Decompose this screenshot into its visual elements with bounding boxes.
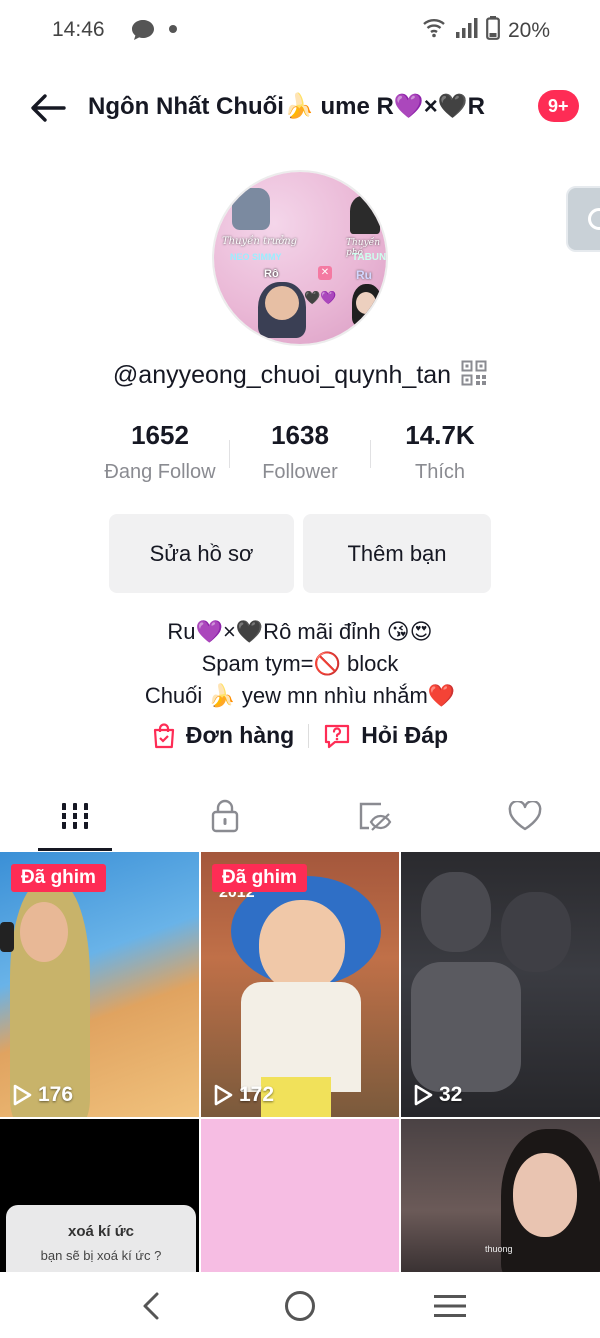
followers-label: Follower [262, 461, 338, 483]
search-icon [588, 208, 600, 230]
divider [308, 723, 310, 748]
tab-private[interactable] [150, 780, 300, 852]
profile-stats: 1652 Đang Follow 1638 Follower 14.7K Thí… [88, 420, 512, 492]
stat-followers[interactable]: 1638 Follower [230, 420, 370, 484]
edit-profile-button[interactable]: Sửa hồ sơ [109, 514, 294, 593]
avatar-figure [350, 196, 380, 234]
chevron-left-icon [143, 1292, 159, 1320]
play-icon [13, 1084, 32, 1106]
popup-title: xoá kí ức [68, 1223, 134, 1240]
battery-percentage: 20% [507, 18, 550, 42]
avatar-figure [265, 286, 299, 320]
video-grid: Đã ghim 176 2012 Đã ghim 172 32 xoá kí ứ… [0, 852, 600, 1272]
tab-hidden[interactable] [300, 780, 450, 852]
video-caption: thuong [485, 1244, 513, 1254]
lock-icon [211, 799, 239, 833]
orders-label: Đơn hàng [185, 722, 295, 748]
video-thumbnail[interactable]: 32 [401, 852, 600, 1117]
orders-link[interactable]: Đơn hàng [152, 722, 294, 749]
battery-icon [486, 16, 500, 45]
videos-icon [60, 803, 90, 829]
hidden-posts-icon [359, 802, 392, 831]
view-count: 32 [413, 1083, 462, 1107]
avatar-figure [356, 292, 376, 314]
stat-following[interactable]: 1652 Đang Follow [90, 420, 230, 484]
likes-label: Thích [414, 461, 466, 483]
qr-code-icon[interactable] [461, 360, 487, 391]
shopping-bag-icon [153, 722, 174, 748]
popup-text: bạn sẽ bị xoá kí ức ? [40, 1248, 162, 1263]
view-count: 176 [12, 1083, 73, 1107]
nav-home-button[interactable] [280, 1288, 320, 1324]
home-circle-icon [285, 1291, 315, 1321]
view-count: 172 [213, 1083, 274, 1107]
avatar-caption: Ru [356, 268, 372, 282]
tab-videos[interactable] [0, 780, 150, 852]
avatar[interactable]: Thuyền trưởng NEO SIMMY Thuyền phó TABUN… [212, 170, 388, 346]
profile-links: Đơn hàng Hỏi Đáp [0, 722, 600, 749]
pinned-badge: Đã ghim [212, 864, 307, 892]
question-bubble-icon [325, 724, 350, 748]
status-time: 14:46 [52, 18, 105, 41]
add-friend-button[interactable]: Thêm bạn [303, 514, 491, 593]
menu-icon [434, 1295, 466, 1317]
qa-link[interactable]: Hỏi Đáp [323, 722, 448, 749]
play-icon [414, 1084, 433, 1106]
view-count-text: 176 [38, 1083, 74, 1106]
avatar-figure [232, 188, 270, 230]
close-icon: ✕ [318, 266, 332, 280]
signal-icon [454, 17, 478, 44]
followers-count: 1638 [271, 420, 329, 450]
notification-badge[interactable]: 9+ [538, 90, 579, 122]
profile-header: Ngôn Nhất Chuối🍌 ume R💜×🖤R 9+ [0, 70, 600, 146]
avatar-caption: NEO SIMMY [230, 252, 282, 262]
likes-count: 14.7K [405, 420, 475, 450]
following-label: Đang Follow [104, 461, 216, 483]
username: @anyyeong_chuoi_quynh_tan [112, 361, 452, 389]
view-count-text: 172 [239, 1083, 275, 1106]
qa-label: Hỏi Đáp [361, 722, 449, 748]
video-thumbnail[interactable]: Đã ghim 176 [0, 852, 199, 1117]
video-thumbnail[interactable]: thuong [401, 1119, 600, 1272]
page-title: Ngôn Nhất Chuối🍌 ume R💜×🖤R [88, 93, 485, 120]
play-icon [214, 1084, 233, 1106]
nav-back-button[interactable] [130, 1288, 170, 1324]
arrow-left-icon [31, 94, 66, 122]
bio-line: Chuối 🍌 yew mn nhìu nhắm❤️ [144, 683, 456, 708]
system-nav-bar [0, 1274, 600, 1338]
back-button[interactable] [26, 86, 70, 130]
message-notification-icon [130, 18, 156, 47]
avatar-caption: Thuyền trưởng [222, 236, 298, 247]
microphone [0, 922, 14, 952]
popup-card: xoá kí ức bạn sẽ bị xoá kí ức ? [6, 1205, 196, 1272]
stat-likes[interactable]: 14.7K Thích [370, 420, 510, 484]
video-thumbnail[interactable]: xoá kí ức bạn sẽ bị xoá kí ức ? [0, 1119, 199, 1272]
video-thumbnail[interactable]: 2012 Đã ghim 172 [201, 852, 399, 1117]
video-thumbnail[interactable] [201, 1119, 399, 1272]
bio-line: Spam tym=🚫 block [201, 651, 399, 676]
content-tabs [0, 780, 600, 852]
heart-icon [508, 801, 542, 831]
notification-dot-icon [169, 25, 177, 33]
profile-bio: Ru💜×🖤Rô mãi đỉnh 😘😍 Spam tym=🚫 block Chu… [0, 616, 600, 712]
avatar-caption: Rô [264, 268, 279, 280]
pinned-badge: Đã ghim [11, 864, 106, 892]
view-count-text: 32 [439, 1083, 463, 1106]
status-bar: 14:46 20% [0, 0, 600, 60]
avatar-caption: TABUN [352, 252, 387, 263]
tab-liked[interactable] [450, 780, 600, 852]
active-tab-indicator [38, 848, 112, 851]
wifi-icon [422, 18, 446, 43]
following-count: 1652 [131, 420, 189, 450]
nav-recents-button[interactable] [430, 1288, 470, 1324]
floating-side-button[interactable] [566, 186, 600, 252]
hearts-icon: 🖤💜 [304, 290, 337, 305]
bio-line: Ru💜×🖤Rô mãi đỉnh 😘😍 [167, 619, 433, 644]
